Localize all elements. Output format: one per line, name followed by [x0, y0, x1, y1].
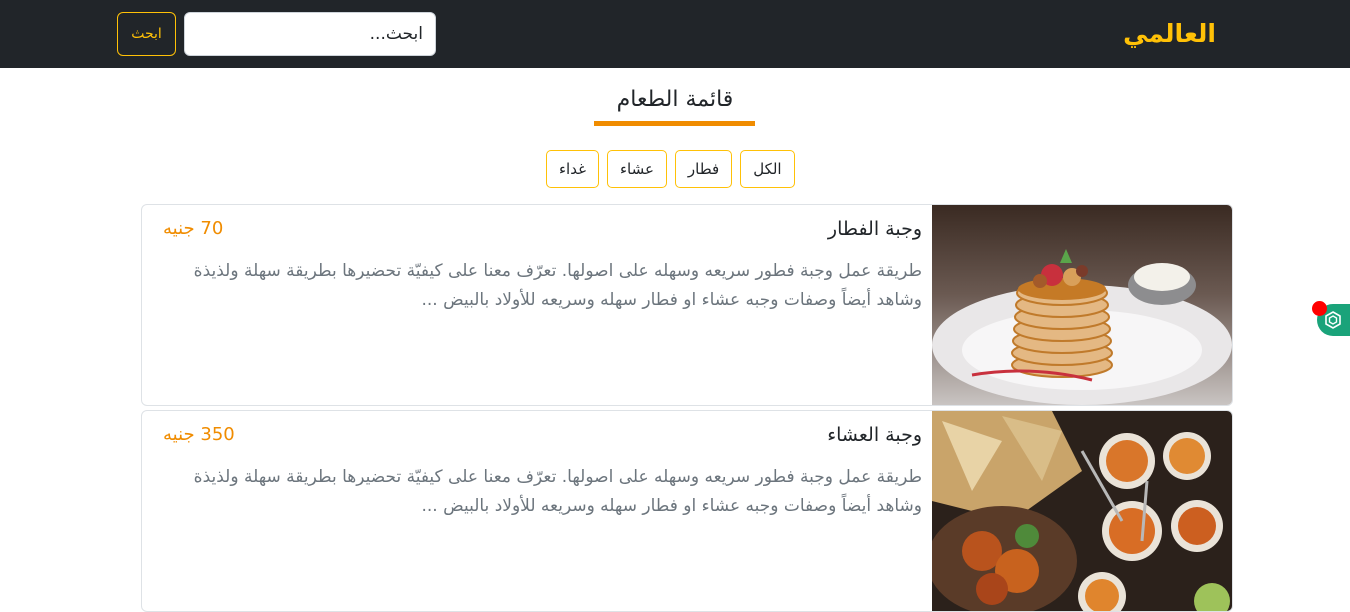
menu-item-card[interactable]: وجبة العشاء 350 جنيه طريقة عمل وجبة فطور…: [141, 410, 1233, 612]
filter-bar: الكل فطار عشاء غداء: [546, 150, 795, 188]
item-price: 70 جنيه: [163, 218, 224, 239]
search-input[interactable]: [184, 12, 436, 56]
search-button[interactable]: ابحث: [117, 12, 176, 56]
brand-logo[interactable]: العالمي: [1123, 16, 1216, 52]
title-underline: [594, 121, 755, 126]
menu-item-card[interactable]: وجبة الفطار 70 جنيه طريقة عمل وجبة فطور …: [141, 204, 1233, 406]
indian-dinner-photo: [932, 411, 1232, 611]
item-description: طريقة عمل وجبة فطور سريعه وسهله على اصول…: [193, 467, 922, 516]
filter-all-button[interactable]: الكل: [740, 150, 795, 188]
hexagon-gear-icon: [1325, 311, 1341, 329]
item-title: وجبة الفطار: [827, 218, 922, 240]
filter-lunch-button[interactable]: غداء: [546, 150, 599, 188]
filter-dinner-button[interactable]: عشاء: [606, 150, 667, 188]
navbar: العالمي ابحث: [0, 0, 1350, 68]
filter-breakfast-button[interactable]: فطار: [674, 150, 733, 188]
item-description: طريقة عمل وجبة فطور سريعه وسهله على اصول…: [193, 261, 922, 310]
page-title: قائمة الطعام: [616, 87, 734, 112]
notification-dot: [1312, 301, 1327, 316]
item-price: 350 جنيه: [163, 424, 235, 445]
pancakes-photo: [932, 205, 1232, 405]
item-title: وجبة العشاء: [827, 424, 922, 446]
